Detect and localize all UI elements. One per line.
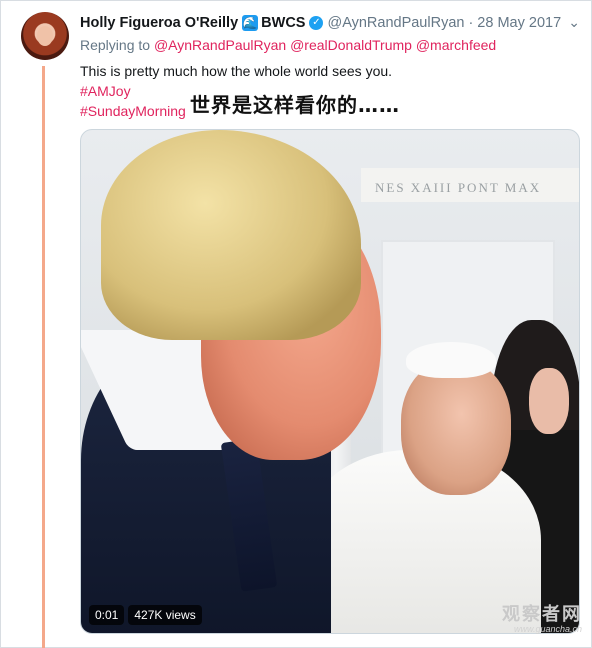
group-label[interactable]: BWCS — [261, 15, 305, 31]
thread-line — [42, 66, 45, 648]
tweet-text: This is pretty much how the whole world … — [80, 63, 393, 79]
mention-link[interactable]: @realDonaldTrump — [290, 37, 412, 53]
mention-link[interactable]: @marchfeed — [416, 37, 496, 53]
man-figure-hair — [101, 130, 361, 340]
watermark-main: 观察者网 — [502, 604, 582, 625]
video-time: 0:01 — [89, 605, 125, 625]
avatar[interactable] — [21, 12, 69, 60]
tweet-header: Holly Figueroa O'Reilly 🌊 BWCS ✓ @AynRan… — [80, 12, 580, 34]
verified-badge-icon: ✓ — [309, 16, 324, 30]
video-player[interactable]: NES XAIII PONT MAX 0:01 427K views — [80, 129, 580, 634]
mention-link[interactable]: @AynRandPaulRyan — [154, 37, 286, 53]
author-name[interactable]: Holly Figueroa O'Reilly — [80, 15, 238, 31]
replying-prefix: Replying to — [80, 37, 151, 53]
replying-to: Replying to @AynRandPaulRyan @realDonald… — [80, 37, 496, 53]
woman-figure-face — [529, 368, 569, 434]
hashtag-link[interactable]: #SundayMorning — [80, 103, 186, 119]
overlay-caption: 世界是这样看你的…… — [190, 93, 400, 117]
video-views: 427K views — [128, 605, 202, 625]
wave-icon: 🌊 — [242, 15, 259, 31]
pope-figure-face — [401, 360, 511, 495]
author-handle[interactable]: @AynRandPaulRyan — [327, 15, 464, 31]
separator: · — [468, 15, 474, 31]
hashtag-link[interactable]: #AMJoy — [80, 83, 131, 99]
pope-figure-cap — [406, 342, 496, 378]
video-info-overlay: 0:01 427K views — [89, 605, 202, 625]
watermark: 观察者网 www.guancha.cn — [490, 600, 582, 634]
tweet-date[interactable]: 28 May 2017 — [477, 15, 561, 31]
chevron-down-icon[interactable]: ⌄ — [568, 14, 580, 31]
plaque-inscription: NES XAIII PONT MAX — [361, 168, 579, 202]
